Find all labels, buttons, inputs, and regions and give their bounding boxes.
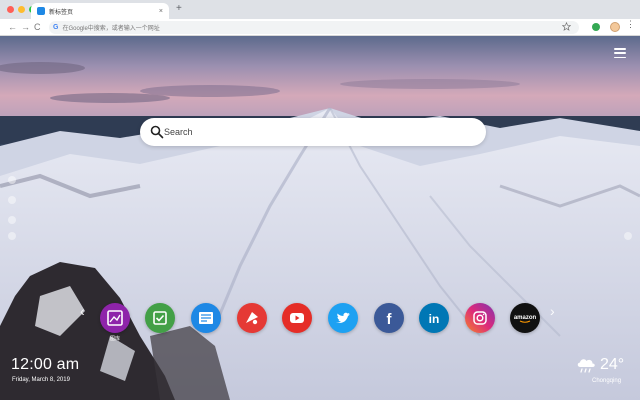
check-icon [153,311,167,325]
new-tab-page: ‹ 图库 [0,36,640,400]
facebook-icon: f [387,311,393,328]
quick-link-instagram[interactable] [465,303,495,333]
gallery-icon [107,310,123,326]
clock-date: Friday, March 8, 2019 [12,377,70,383]
twitter-icon [336,312,350,323]
search-icon [150,125,164,139]
quick-link-news[interactable] [191,303,221,333]
search-box[interactable] [140,118,486,146]
profile-avatar[interactable] [610,22,620,32]
address-bar-placeholder: 在Google中搜索，或者输入一个网址 [62,26,160,32]
minimize-window-button[interactable] [18,6,25,13]
quick-link-youtube[interactable] [282,303,312,333]
tab-close-icon[interactable]: × [159,8,163,15]
quick-links-prev-button[interactable]: ‹ [80,304,85,318]
weather-city: Chongqing [592,378,622,384]
quick-link-gallery[interactable] [100,303,130,333]
star-icon[interactable] [562,22,571,31]
instagram-icon [473,311,487,325]
youtube-icon [290,313,304,323]
browser-menu-icon[interactable]: ⋮ [626,20,635,29]
browser-tab-bar: 新标签页 × + [0,0,640,19]
side-indicator-dot[interactable] [8,232,16,240]
quick-link-twitter[interactable] [328,303,358,333]
close-window-button[interactable] [7,6,14,13]
news-icon [199,312,213,324]
side-indicator-dot[interactable] [8,196,16,204]
amazon-wordmark: amazon [514,315,537,321]
side-indicator-dot[interactable] [624,232,632,240]
address-bar[interactable]: G 在Google中搜索，或者输入一个网址 [49,21,579,34]
amazon-icon: amazon [514,315,537,323]
side-indicator-dot[interactable] [8,216,16,224]
facebook-glyph: f [387,311,393,328]
reload-icon[interactable]: C [34,22,41,32]
quick-link-amazon[interactable]: amazon [510,303,540,333]
new-tab-button[interactable]: + [176,4,182,14]
settings-menu-icon[interactable] [614,48,626,58]
forward-arrow-icon[interactable]: → [21,22,30,32]
quick-link-tasks[interactable] [145,303,175,333]
quick-link-linkedin[interactable]: in [419,303,449,333]
browser-toolbar: ← → C G 在Google中搜索，或者输入一个网址 ⋮ [0,19,640,36]
google-icon: G [53,24,59,31]
quick-link-games[interactable] [237,303,267,333]
extension-icon[interactable] [592,23,600,31]
tab-title: 新标签页 [49,9,74,16]
back-arrow-icon[interactable]: ← [8,22,17,32]
side-indicator-dot[interactable] [8,176,16,184]
linkedin-glyph: in [429,312,440,326]
snow-mountain-wallpaper [0,36,640,400]
quick-link-label: 图库 [109,336,120,342]
game-icon [246,312,258,325]
search-input[interactable] [164,122,474,142]
quick-links-next-button[interactable]: › [550,304,555,318]
linkedin-icon: in [429,312,440,326]
clock-time: 12:00 am [11,356,80,373]
cloud-rain-icon [577,359,595,373]
quick-link-facebook[interactable]: f [374,303,404,333]
browser-tab[interactable]: 新标签页 × [31,3,169,19]
weather-temperature: 24° [600,356,625,373]
tab-favicon-icon [37,7,45,15]
